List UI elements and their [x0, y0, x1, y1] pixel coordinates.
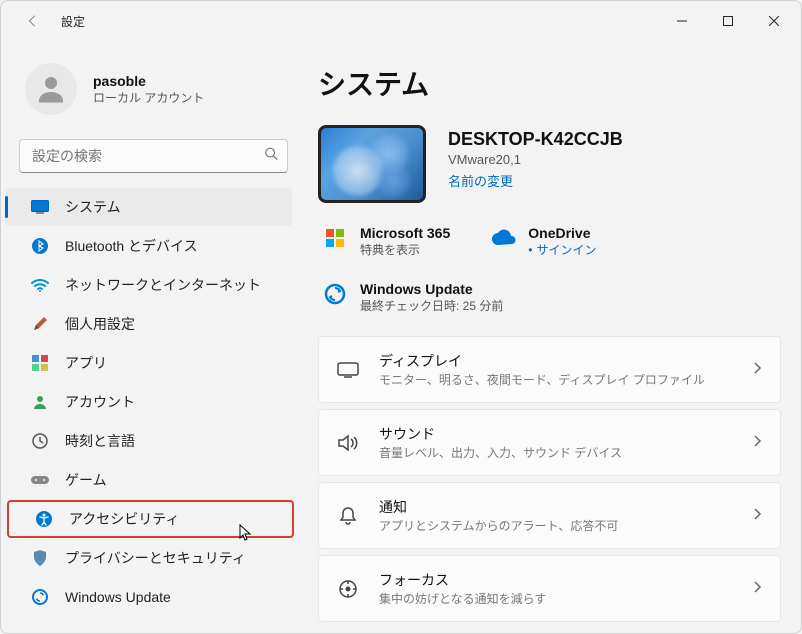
accessibility-icon — [35, 510, 53, 528]
minimize-button[interactable] — [659, 5, 705, 37]
card-title: 通知 — [379, 497, 734, 517]
card-title: サウンド — [379, 424, 734, 444]
nav-item-system[interactable]: システム — [5, 188, 292, 226]
windows-update-row: Windows Update 最終チェック日時: 25 分前 — [318, 281, 781, 314]
card-title: フォーカス — [379, 570, 734, 590]
nav-item-bluetooth[interactable]: Bluetooth とデバイス — [5, 227, 292, 265]
service-subtitle: 最終チェック日時: 25 分前 — [360, 297, 503, 314]
onedrive-icon — [490, 225, 516, 251]
gamepad-icon — [31, 471, 49, 489]
nav-item-gaming[interactable]: ゲーム — [5, 461, 292, 499]
nav-item-network[interactable]: ネットワークとインターネット — [5, 266, 292, 304]
nav-item-time-language[interactable]: 時刻と言語 — [5, 422, 292, 460]
nav-item-personalization[interactable]: 個人用設定 — [5, 305, 292, 343]
maximize-button[interactable] — [705, 5, 751, 37]
service-m365[interactable]: Microsoft 365 特典を表示 — [322, 225, 450, 259]
main-content: システム DESKTOP-K42CCJB VMware20,1 名前の変更 Mi… — [306, 41, 801, 633]
nav-label: Bluetooth とデバイス — [65, 236, 198, 256]
apps-icon — [31, 354, 49, 372]
titlebar: 設定 — [1, 1, 801, 41]
rename-link[interactable]: 名前の変更 — [448, 171, 623, 190]
nav-label: アプリ — [65, 353, 107, 373]
onedrive-signin-link[interactable]: サインイン — [536, 243, 596, 257]
sound-icon — [337, 432, 359, 454]
bullet-icon: • — [528, 243, 532, 257]
wifi-icon — [31, 276, 49, 294]
nav-item-privacy[interactable]: プライバシーとセキュリティ — [5, 539, 292, 577]
service-title: Microsoft 365 — [360, 225, 450, 241]
user-subtitle: ローカル アカウント — [93, 89, 204, 106]
chevron-right-icon — [754, 507, 762, 525]
card-subtitle: アプリとシステムからのアラート、応答不可 — [379, 517, 734, 534]
search-input[interactable] — [19, 139, 288, 173]
card-subtitle: モニター、明るさ、夜間モード、ディスプレイ プロファイル — [379, 371, 734, 388]
brush-icon — [31, 315, 49, 333]
service-title: Windows Update — [360, 281, 503, 297]
service-subtitle: 特典を表示 — [360, 241, 450, 258]
card-title: ディスプレイ — [379, 351, 734, 371]
clock-globe-icon — [31, 432, 49, 450]
window-title: 設定 — [61, 13, 85, 30]
device-row: DESKTOP-K42CCJB VMware20,1 名前の変更 — [318, 125, 781, 203]
update-icon — [322, 281, 348, 307]
chevron-right-icon — [754, 361, 762, 379]
services-row: Microsoft 365 特典を表示 OneDrive • サインイン — [318, 225, 781, 259]
shield-icon — [31, 549, 49, 567]
back-button[interactable] — [17, 5, 49, 37]
nav-label: プライバシーとセキュリティ — [65, 548, 246, 568]
focus-icon — [337, 578, 359, 600]
close-button[interactable] — [751, 5, 797, 37]
device-thumbnail[interactable] — [318, 125, 426, 203]
display-icon — [337, 359, 359, 381]
bell-icon — [337, 505, 359, 527]
card-display[interactable]: ディスプレイ モニター、明るさ、夜間モード、ディスプレイ プロファイル — [318, 336, 781, 403]
page-title: システム — [318, 63, 781, 103]
m365-icon — [322, 225, 348, 251]
nav-label: アクセシビリティ — [69, 509, 179, 529]
chevron-right-icon — [754, 580, 762, 598]
service-windows-update[interactable]: Windows Update 最終チェック日時: 25 分前 — [322, 281, 503, 314]
user-block[interactable]: pasoble ローカル アカウント — [1, 45, 306, 139]
search-icon — [264, 147, 278, 166]
avatar — [25, 63, 77, 115]
person-icon — [31, 393, 49, 411]
update-icon — [31, 588, 49, 606]
chevron-right-icon — [754, 434, 762, 452]
card-sound[interactable]: サウンド 音量レベル、出力、入力、サウンド デバイス — [318, 409, 781, 476]
nav-label: ネットワークとインターネット — [65, 275, 261, 295]
sidebar: pasoble ローカル アカウント システム Bluetooth とデバイス … — [1, 41, 306, 633]
device-model: VMware20,1 — [448, 152, 623, 167]
system-icon — [31, 198, 49, 216]
nav-list: システム Bluetooth とデバイス ネットワークとインターネット 個人用設… — [1, 187, 306, 617]
user-name: pasoble — [93, 73, 204, 89]
service-onedrive[interactable]: OneDrive • サインイン — [490, 225, 596, 259]
card-focus[interactable]: フォーカス 集中の妨げとなる通知を減らす — [318, 555, 781, 622]
service-title: OneDrive — [528, 225, 596, 241]
bluetooth-icon — [31, 237, 49, 255]
nav-label: 個人用設定 — [65, 314, 135, 334]
nav-item-accessibility[interactable]: アクセシビリティ — [7, 500, 294, 538]
nav-label: 時刻と言語 — [65, 431, 135, 451]
nav-item-accounts[interactable]: アカウント — [5, 383, 292, 421]
nav-item-apps[interactable]: アプリ — [5, 344, 292, 382]
card-subtitle: 集中の妨げとなる通知を減らす — [379, 590, 734, 607]
nav-item-windows-update[interactable]: Windows Update — [5, 578, 292, 616]
settings-cards: ディスプレイ モニター、明るさ、夜間モード、ディスプレイ プロファイル サウンド… — [318, 336, 781, 622]
nav-label: ゲーム — [65, 470, 107, 490]
device-name: DESKTOP-K42CCJB — [448, 129, 623, 150]
nav-label: アカウント — [65, 392, 135, 412]
nav-label: システム — [65, 197, 121, 217]
card-subtitle: 音量レベル、出力、入力、サウンド デバイス — [379, 444, 734, 461]
card-notifications[interactable]: 通知 アプリとシステムからのアラート、応答不可 — [318, 482, 781, 549]
nav-label: Windows Update — [65, 589, 171, 605]
